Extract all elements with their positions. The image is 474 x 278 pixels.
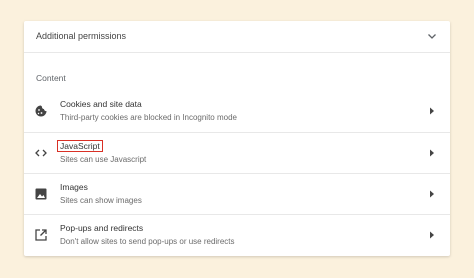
row-subtitle: Third-party cookies are blocked in Incog… bbox=[60, 113, 237, 122]
arrow-right-icon bbox=[430, 231, 434, 239]
open-in-new-icon bbox=[35, 229, 47, 241]
row-subtitle: Don't allow sites to send pop-ups or use… bbox=[60, 237, 235, 246]
row-title: Pop-ups and redirects bbox=[60, 223, 144, 233]
row-javascript[interactable]: JavaScript Sites can use Javascript bbox=[24, 132, 450, 173]
content-section-label: Content bbox=[36, 73, 66, 83]
additional-permissions-header[interactable]: Additional permissions bbox=[24, 21, 450, 53]
arrow-right-icon bbox=[430, 107, 434, 115]
row-pop-ups-and-redirects[interactable]: Pop-ups and redirects Don't allow sites … bbox=[24, 214, 450, 255]
arrow-right-icon bbox=[430, 190, 434, 198]
row-subtitle: Sites can show images bbox=[60, 196, 142, 205]
code-icon bbox=[35, 149, 47, 157]
row-subtitle: Sites can use Javascript bbox=[60, 155, 147, 164]
row-images[interactable]: Images Sites can show images bbox=[24, 173, 450, 214]
cookie-icon bbox=[35, 105, 47, 117]
row-cookies-and-site-data[interactable]: Cookies and site data Third-party cookie… bbox=[24, 91, 450, 132]
additional-permissions-title: Additional permissions bbox=[36, 31, 127, 41]
settings-card: Additional permissions Content Cookies a… bbox=[24, 21, 450, 256]
image-icon bbox=[35, 188, 47, 200]
row-title: Cookies and site data bbox=[60, 99, 142, 109]
chevron-down-icon[interactable] bbox=[426, 30, 438, 42]
arrow-right-icon bbox=[430, 149, 434, 157]
row-title: Images bbox=[60, 182, 88, 192]
row-title-highlighted: JavaScript bbox=[57, 140, 103, 152]
